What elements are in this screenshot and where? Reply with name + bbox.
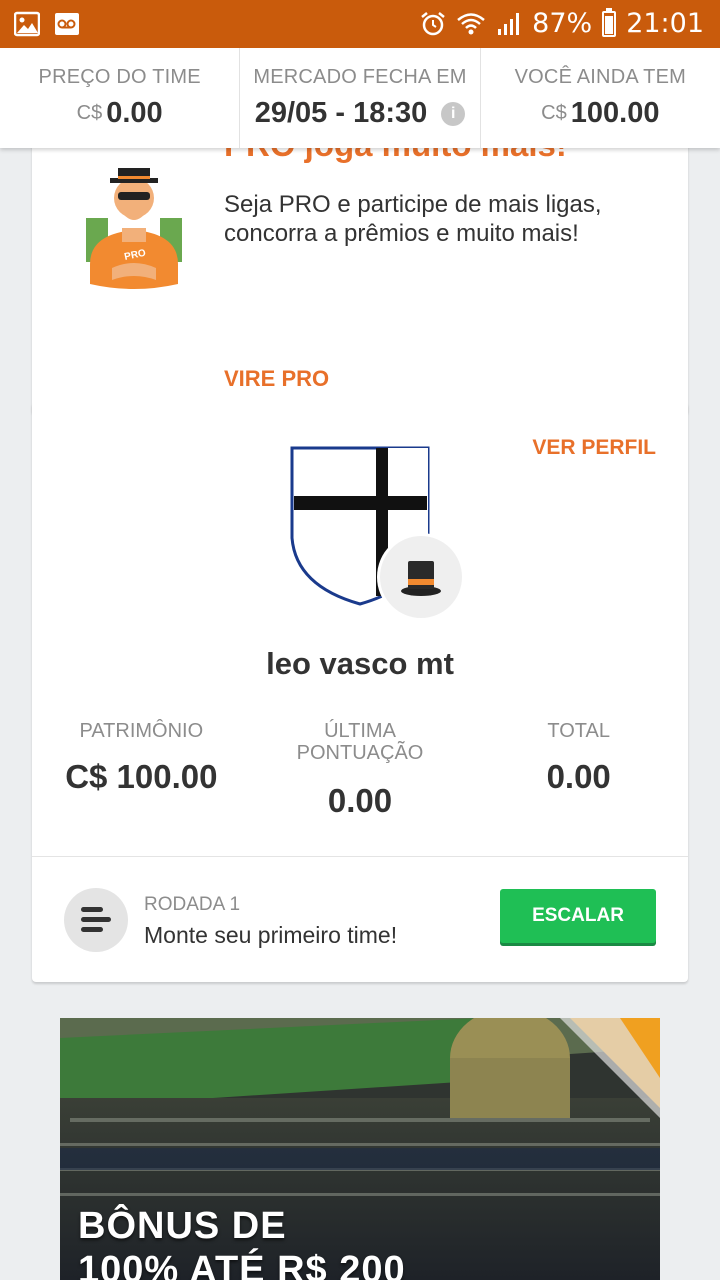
wifi-icon [457,12,485,34]
stat-label: PATRIMÔNIO [79,720,204,742]
banner-line-1: BÔNUS DE [78,1205,287,1247]
vire-pro-link[interactable]: VIRE PRO [224,366,329,392]
team-price-label: PREÇO DO TIME [38,66,201,88]
market-close: MERCADO FECHA EM 29/05 - 18:30 i [240,48,481,148]
escalar-button[interactable]: ESCALAR [500,889,656,943]
stat-value: 0.00 [327,782,393,819]
remaining-balance-value: 100.00 [570,97,660,129]
stat-ultima-pontuacao: ÚLTIMA PONTUAÇÃO 0.00 [251,720,470,820]
banner-line-2: 100% ATÉ R$ 200 [78,1249,406,1280]
lineup-icon [64,888,128,952]
currency-label: C$ [541,102,567,124]
stat-value: C$ 100.00 [65,758,218,795]
voicemail-notification-icon [55,13,79,35]
team-summary-header: PREÇO DO TIME C$ 0.00 MERCADO FECHA EM 2… [0,48,720,148]
remaining-balance: VOCÊ AINDA TEM C$ 100.00 [481,48,720,148]
battery-percent: 87% [532,8,593,39]
bonus-banner[interactable]: BÔNUS DE 100% ATÉ R$ 200 [60,1018,660,1280]
stat-value: 0.00 [546,758,611,795]
pro-mascot-illustration: PRO [86,168,182,289]
cartola-hat-badge [380,536,462,618]
divider [32,856,688,857]
team-price-value: 0.00 [106,97,163,129]
image-notification-icon [14,11,40,37]
status-bar: 87% 21:01 [0,0,720,48]
pro-description: Seja PRO e participe de mais ligas, conc… [224,191,602,247]
stat-label: TOTAL [547,720,610,742]
rodada-message: Monte seu primeiro time! [144,922,398,948]
stat-patrimonio: PATRIMÔNIO C$ 100.00 [32,720,251,820]
market-close-value: 29/05 - 18:30 [254,97,428,129]
team-price: PREÇO DO TIME C$ 0.00 [0,48,241,148]
stat-total: TOTAL 0.00 [469,720,688,820]
rodada-label: RODADA 1 [144,894,241,915]
ver-perfil-link[interactable]: VER PERFIL [532,436,656,460]
stat-label: ÚLTIMA PONTUAÇÃO [296,720,424,764]
banner-headline: BÔNUS DE 100% ATÉ R$ 200 [78,1204,406,1280]
battery-icon [602,7,617,37]
alarm-icon [421,11,445,35]
currency-label: C$ [76,102,103,124]
team-name: leo vasco mt [266,646,454,681]
pro-promo-card: PRO joga muito mais! PRO Seja PRO e part… [32,108,688,414]
feed[interactable]: PRO joga muito mais! PRO Seja PRO e part… [0,48,720,1280]
market-close-label: MERCADO FECHA EM [253,66,467,88]
team-card: VER PERFIL leo vasco mt PATRIMÔNIO C$ 10… [32,402,688,982]
signal-icon [498,12,520,35]
team-stats: PATRIMÔNIO C$ 100.00 ÚLTIMA PONTUAÇÃO 0.… [32,720,688,820]
remaining-balance-label: VOCÊ AINDA TEM [514,66,686,88]
clock: 21:01 [626,8,704,39]
top-hat-icon [401,561,441,596]
info-icon[interactable]: i [441,101,466,126]
